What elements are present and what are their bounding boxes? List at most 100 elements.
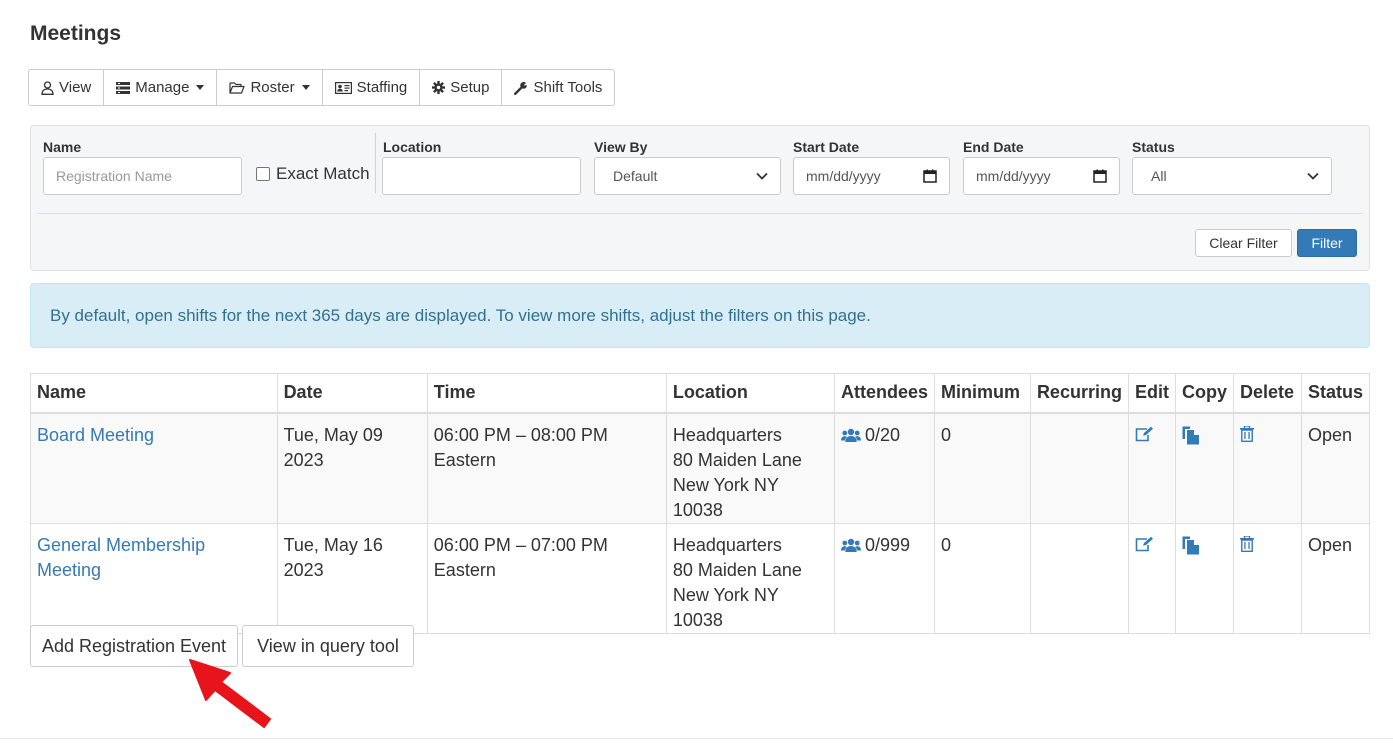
- column-header[interactable]: Minimum: [934, 373, 1031, 414]
- red-arrow-icon: [189, 659, 271, 728]
- copy-icon[interactable]: [1182, 426, 1200, 445]
- exact-match-label: Exact Match: [276, 164, 370, 183]
- meeting-name-link[interactable]: Board Meeting: [37, 425, 154, 445]
- status-value: Open: [1300, 412, 1371, 524]
- staffing-button[interactable]: Staffing: [323, 70, 421, 105]
- trash-icon[interactable]: [1239, 535, 1254, 552]
- manage-dropdown[interactable]: Manage: [104, 70, 218, 105]
- meeting-date: Tue, May 16 2023: [276, 522, 428, 634]
- manage-label: Manage: [135, 79, 190, 96]
- clear-filter-button[interactable]: Clear Filter: [1195, 229, 1292, 257]
- location-line: New York NY 10038: [672, 474, 779, 520]
- view-by-value: Default: [613, 168, 658, 184]
- setup-button[interactable]: Setup: [420, 70, 503, 105]
- attendees-cell[interactable]: 0/999: [840, 533, 928, 558]
- gear-icon: [432, 81, 446, 94]
- chevron-down-icon: [756, 172, 768, 180]
- column-header: Edit: [1127, 373, 1176, 414]
- copy-icon[interactable]: [1182, 536, 1200, 555]
- registration-name-placeholder: Registration Name: [56, 168, 172, 184]
- location-line: 80 Maiden Lane: [672, 559, 802, 580]
- filter-panel: Name Registration Name Exact Match Locat…: [30, 125, 1370, 271]
- attendees-count: 0/20: [864, 424, 901, 445]
- meeting-time: 06:00 PM – 08:00 PM Eastern: [426, 412, 667, 524]
- tasks-icon: [116, 81, 131, 94]
- view-button[interactable]: View: [29, 70, 105, 105]
- calendar-icon[interactable]: [923, 169, 937, 183]
- status-select[interactable]: All: [1132, 157, 1332, 195]
- view-by-select[interactable]: Default: [594, 157, 781, 195]
- start-date-input[interactable]: mm/dd/yyyy: [793, 157, 950, 195]
- caret-down-icon: [196, 85, 205, 90]
- end-date-label: End Date: [963, 139, 1024, 155]
- recurring-value: [1029, 412, 1129, 524]
- attendees-cell[interactable]: 0/20: [840, 423, 928, 448]
- filter-divider: [375, 133, 376, 193]
- table-row: General Membership Meeting Tue, May 16 2…: [30, 522, 1371, 634]
- location-line: Headquarters: [672, 424, 782, 445]
- location-line: 80 Maiden Lane: [672, 449, 802, 470]
- column-header[interactable]: Status: [1300, 373, 1371, 414]
- users-icon: [840, 538, 861, 552]
- meeting-name-link[interactable]: General Membership Meeting: [37, 535, 205, 580]
- id-card-icon: [334, 81, 352, 94]
- status-filter-label: Status: [1132, 139, 1175, 155]
- toolbar: View Manage Roster Staffing Setup Shift …: [28, 69, 616, 106]
- table-row: Board Meeting Tue, May 09 2023 06:00 PM …: [30, 412, 1371, 524]
- exact-match-control[interactable]: Exact Match: [256, 164, 370, 184]
- trash-icon[interactable]: [1239, 425, 1254, 442]
- status-value: Open: [1300, 522, 1371, 634]
- setup-label: Setup: [450, 79, 490, 96]
- name-filter-label: Name: [43, 139, 82, 155]
- recurring-value: [1029, 522, 1129, 634]
- column-header[interactable]: Location: [665, 373, 835, 414]
- meeting-date: Tue, May 09 2023: [276, 412, 428, 524]
- location-filter-label: Location: [383, 139, 442, 155]
- roster-label: Roster: [250, 79, 295, 96]
- edit-icon[interactable]: [1135, 536, 1154, 552]
- attendees-count: 0/999: [864, 534, 911, 555]
- wrench-icon: [514, 81, 528, 95]
- column-header[interactable]: Date: [276, 373, 428, 414]
- column-header[interactable]: Name: [30, 373, 278, 414]
- column-header[interactable]: Attendees: [833, 373, 936, 414]
- location-line: Headquarters: [672, 534, 782, 555]
- shift-tools-label: Shift Tools: [533, 79, 603, 96]
- folder-open-icon: [229, 81, 246, 94]
- exact-match-checkbox[interactable]: [256, 167, 270, 181]
- shift-tools-button[interactable]: Shift Tools: [502, 70, 614, 105]
- column-header: Delete: [1232, 373, 1302, 414]
- location-line: New York NY 10038: [672, 584, 779, 630]
- edit-icon[interactable]: [1135, 426, 1154, 442]
- status-select-value: All: [1151, 168, 1167, 184]
- end-date-placeholder: mm/dd/yyyy: [976, 168, 1051, 184]
- start-date-placeholder: mm/dd/yyyy: [806, 168, 881, 184]
- view-button-label: View: [59, 79, 92, 96]
- minimum-value: 0: [934, 412, 1031, 524]
- info-alert-text: By default, open shifts for the next 365…: [50, 305, 871, 325]
- filter-button[interactable]: Filter: [1297, 229, 1357, 257]
- roster-dropdown[interactable]: Roster: [217, 70, 323, 105]
- meeting-location: Headquarters 80 Maiden Lane New York NY …: [665, 412, 835, 524]
- calendar-icon[interactable]: [1093, 169, 1107, 183]
- user-icon: [41, 80, 54, 95]
- staffing-label: Staffing: [356, 79, 408, 96]
- column-header[interactable]: Time: [426, 373, 667, 414]
- users-icon: [840, 428, 861, 442]
- location-input[interactable]: [382, 157, 581, 195]
- column-header: Copy: [1174, 373, 1234, 414]
- page-title: Meetings: [30, 22, 122, 45]
- end-date-input[interactable]: mm/dd/yyyy: [963, 157, 1120, 195]
- meeting-location: Headquarters 80 Maiden Lane New York NY …: [665, 522, 835, 634]
- column-header[interactable]: Recurring: [1029, 373, 1129, 414]
- minimum-value: 0: [934, 522, 1031, 634]
- info-alert: By default, open shifts for the next 365…: [30, 283, 1370, 348]
- view-by-label: View By: [594, 139, 648, 155]
- start-date-label: Start Date: [793, 139, 860, 155]
- table-header-row: Name Date Time Location Attendees Minimu…: [30, 373, 1371, 414]
- caret-down-icon: [301, 85, 310, 90]
- meeting-time: 06:00 PM – 07:00 PM Eastern: [426, 522, 667, 634]
- footer-divider: [0, 738, 1393, 739]
- registration-name-input[interactable]: Registration Name: [43, 157, 242, 195]
- meetings-table: Name Date Time Location Attendees Minimu…: [30, 373, 1371, 634]
